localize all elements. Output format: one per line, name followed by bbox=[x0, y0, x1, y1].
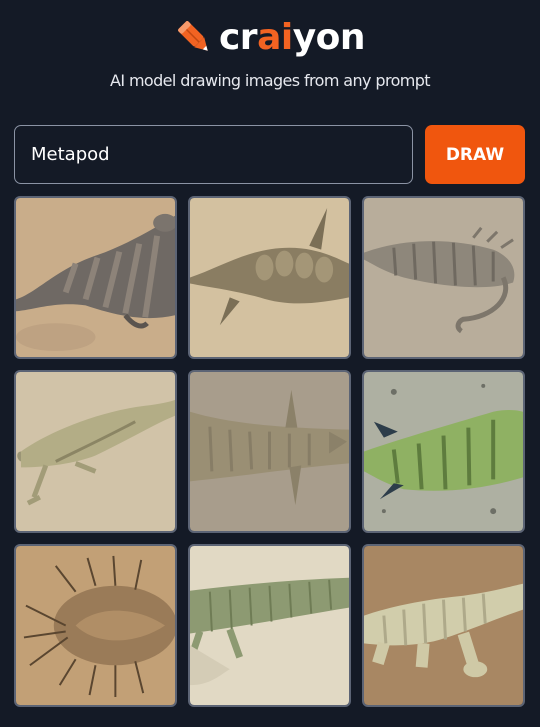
generated-image[interactable] bbox=[188, 544, 351, 707]
generated-image[interactable] bbox=[362, 544, 525, 707]
generated-image[interactable] bbox=[362, 196, 525, 359]
generated-image[interactable] bbox=[14, 196, 177, 359]
pencil-icon bbox=[178, 21, 208, 51]
generated-image[interactable] bbox=[14, 370, 177, 533]
image-gallery bbox=[14, 196, 525, 707]
generated-image[interactable] bbox=[188, 370, 351, 533]
logo-wordmark: craiyon bbox=[218, 16, 366, 60]
generated-image[interactable] bbox=[188, 196, 351, 359]
generated-image[interactable] bbox=[14, 544, 177, 707]
tagline: AI model drawing images from any prompt bbox=[110, 71, 431, 90]
draw-button[interactable]: DRAW bbox=[425, 125, 525, 184]
logo[interactable]: craiyon bbox=[0, 16, 540, 60]
logo-text-end: yon bbox=[292, 17, 366, 58]
generated-image[interactable] bbox=[362, 370, 525, 533]
logo-text-accent: ai bbox=[257, 17, 293, 58]
logo-text-start: cr bbox=[218, 17, 258, 58]
prompt-input[interactable] bbox=[14, 125, 413, 184]
